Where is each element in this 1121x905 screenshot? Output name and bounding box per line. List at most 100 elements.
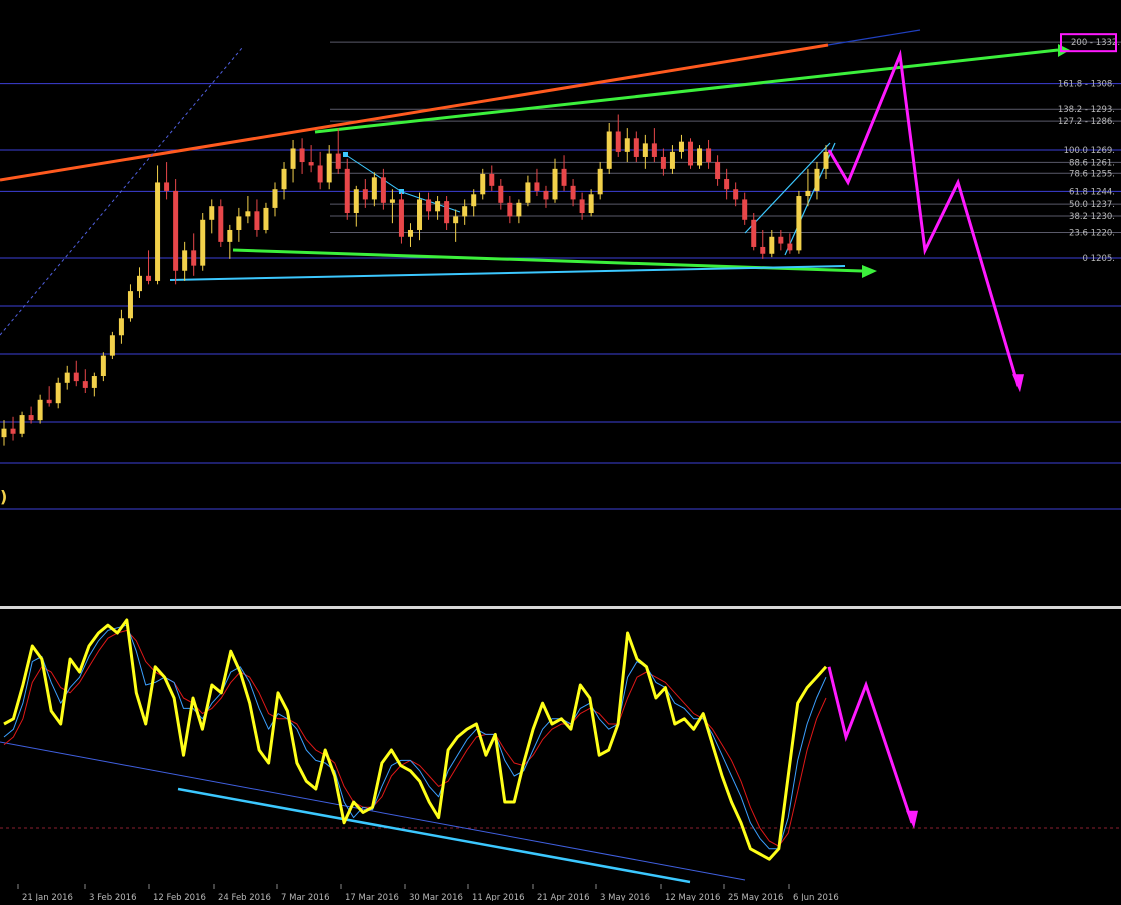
candle-body <box>417 199 423 230</box>
candle-body <box>55 382 61 404</box>
x-tick-label: 12 Feb 2016 <box>153 893 206 901</box>
candle-body <box>109 335 115 356</box>
candle-body <box>263 207 269 230</box>
fib-level-label: 88.6 1261. <box>1069 158 1115 168</box>
x-tick-label: 25 May 2016 <box>728 893 783 901</box>
candles <box>1 114 829 446</box>
stoch-projection-path <box>827 666 914 824</box>
candle-body <box>118 318 124 336</box>
candle-body <box>706 148 712 163</box>
candle-body <box>136 275 142 292</box>
candle-body <box>697 148 703 166</box>
candle-body <box>552 168 558 200</box>
candle-body <box>290 148 296 169</box>
candle-body <box>308 162 314 166</box>
x-tick-label: 3 Feb 2016 <box>89 893 137 901</box>
candle-body <box>91 376 97 388</box>
candle-body <box>146 275 152 281</box>
candle-body <box>155 182 161 281</box>
candle-body <box>543 190 549 200</box>
candle-body <box>724 179 730 190</box>
fib-level-label: 200 - 1332. <box>1071 38 1120 48</box>
projection-arrowhead <box>1012 374 1024 393</box>
candle-body <box>742 199 748 220</box>
candle-body <box>100 355 106 377</box>
x-tick-label: 7 Mar 2016 <box>281 893 329 901</box>
x-tick-label: 11 Apr 2016 <box>472 893 525 901</box>
candle-body <box>669 151 675 169</box>
x-tick-label: 30 Mar 2016 <box>409 893 463 901</box>
candle-body <box>588 194 594 213</box>
price-projection-path <box>827 49 1020 387</box>
candle-body <box>462 206 468 217</box>
candle-body <box>245 211 251 217</box>
candle-body <box>570 185 576 200</box>
fib-level-label: 0 1205. <box>1083 254 1115 264</box>
candle-body <box>751 219 757 247</box>
candle-body <box>182 250 188 271</box>
candle-body <box>778 236 784 244</box>
stoch-signal-line <box>3 629 827 847</box>
candle-body <box>371 177 377 200</box>
candle-body <box>82 381 88 388</box>
candle-body <box>281 168 287 190</box>
x-tick-label: 17 Mar 2016 <box>345 893 399 901</box>
candle-body <box>453 216 459 224</box>
fib-level-label: 100.0 1269. <box>1064 146 1115 156</box>
candle-body <box>516 202 522 217</box>
candle-body <box>769 236 775 254</box>
candle-body <box>407 229 413 237</box>
candle-body <box>733 189 739 200</box>
candle-body <box>561 168 567 186</box>
candle-body <box>507 202 513 217</box>
panel-divider <box>0 606 1121 609</box>
candle-body <box>64 372 70 383</box>
candle-body <box>525 182 531 203</box>
candle-body <box>796 196 802 251</box>
candle-body <box>164 182 170 191</box>
candle-body <box>615 131 621 152</box>
candle-body <box>191 250 197 266</box>
candle-body <box>344 168 350 213</box>
x-tick-label: 21 Apr 2016 <box>537 893 590 901</box>
candle-body <box>606 131 612 169</box>
candle-body <box>760 246 766 254</box>
stoch-blue-line <box>3 624 827 850</box>
candle-body <box>534 182 540 191</box>
fib-level-label: 127.2 - 1286. <box>1058 117 1115 127</box>
candle-body <box>272 189 278 208</box>
fib-level-label: 50.0 1237. <box>1069 200 1115 210</box>
candle-body <box>660 156 666 169</box>
x-tick-label: 12 May 2016 <box>665 893 720 901</box>
candle-body <box>624 138 630 152</box>
candle-body <box>389 199 395 203</box>
candle-body <box>444 201 450 224</box>
fib-level-label: 23.6 1220. <box>1069 229 1115 239</box>
candle-body <box>380 177 386 203</box>
candle-body <box>715 162 721 180</box>
stochastic-panel <box>0 618 1121 884</box>
x-tick-label: 24 Feb 2016 <box>218 893 271 901</box>
candle-body <box>579 199 585 213</box>
candle-body <box>480 173 486 195</box>
x-tick-label: 6 Jun 2016 <box>793 893 839 901</box>
candle-body <box>37 399 43 421</box>
candle-body <box>299 148 305 163</box>
stoch-projection-arrowhead <box>906 810 918 829</box>
stoch-cyan-trend-line <box>177 787 691 884</box>
x-tick-label: 3 May 2016 <box>600 893 650 901</box>
stoch-main-line <box>3 618 828 861</box>
fib-levels <box>0 41 1121 510</box>
red-trend-line <box>0 43 829 182</box>
chart-canvas: 200 - 1332. 161.8 - 1308. 138.2 - 1293. 127… <box>0 0 1121 903</box>
candle-body <box>642 143 648 157</box>
price-projection <box>827 49 1024 393</box>
candle-body <box>435 201 441 212</box>
green-upper-trend-line <box>314 48 1059 134</box>
candle-body <box>353 189 359 213</box>
candle-body <box>227 229 233 242</box>
fib-level-label: 138.2 - 1293. <box>1058 105 1115 115</box>
red-trend-extension <box>827 29 921 46</box>
fib-level-label: 161.8 - 1308. <box>1058 80 1115 90</box>
candle-body <box>787 243 793 251</box>
